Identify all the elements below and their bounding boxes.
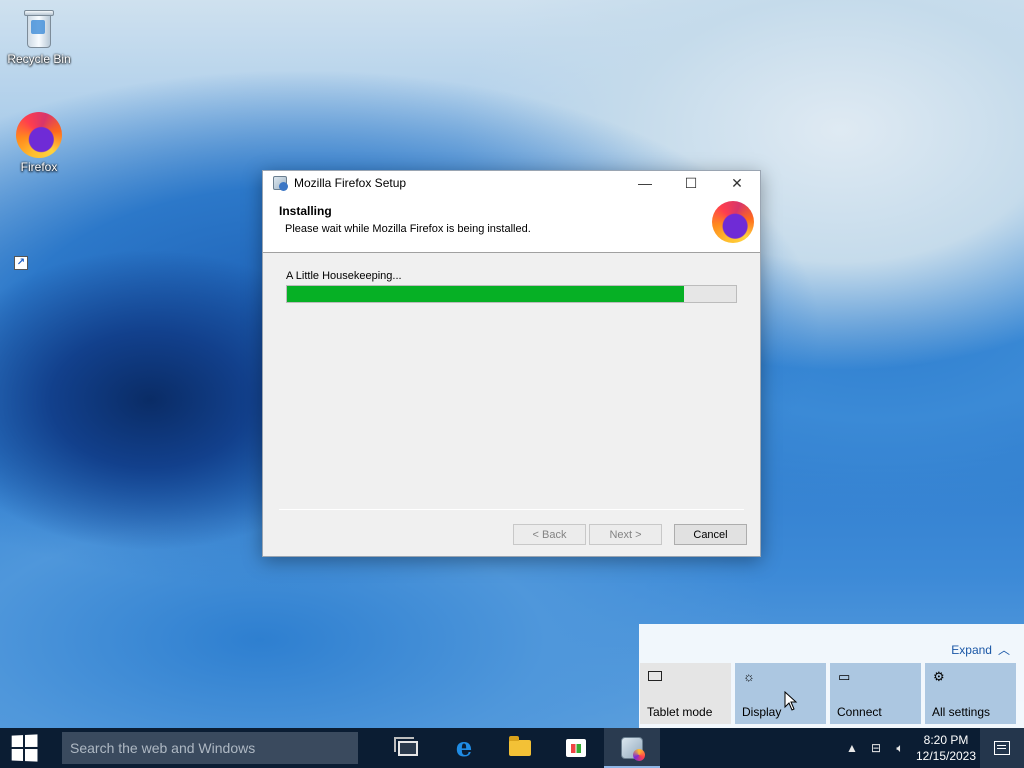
window-title: Mozilla Firefox Setup bbox=[294, 176, 407, 190]
header-subtitle: Please wait while Mozilla Firefox is bei… bbox=[285, 223, 531, 235]
taskbar-app-store[interactable] bbox=[548, 728, 604, 768]
clock-time: 8:20 PM bbox=[923, 733, 969, 747]
firefox-logo-icon bbox=[712, 201, 754, 243]
display-brightness-icon: ☼ bbox=[743, 669, 755, 684]
next-button[interactable]: Next > bbox=[589, 524, 662, 545]
firefox-icon bbox=[16, 112, 62, 158]
taskbar-app-task-view[interactable] bbox=[380, 728, 436, 768]
installer-header: Installing Please wait while Mozilla Fir… bbox=[263, 195, 760, 253]
progress-fill bbox=[287, 286, 685, 302]
clock-date: 12/15/2023 bbox=[915, 749, 977, 763]
recycle-bin-icon bbox=[22, 6, 56, 50]
taskbar: e ▲ ⊟ 🔈︎ 8:20 PM 12/15/2023 bbox=[0, 728, 1024, 768]
show-hidden-icons-chevron-icon[interactable]: ▲ bbox=[840, 728, 864, 768]
taskbar-app-firefox-setup[interactable] bbox=[604, 728, 660, 768]
quick-action-label: Tablet mode bbox=[647, 705, 713, 719]
desktop-icon-recycle-bin[interactable]: Recycle Bin bbox=[1, 6, 77, 66]
volume-icon[interactable]: 🔈︎ bbox=[888, 728, 912, 768]
mouse-cursor-icon bbox=[784, 691, 798, 711]
header-title: Installing bbox=[279, 204, 332, 218]
taskbar-app-internet-explorer[interactable]: e bbox=[436, 728, 492, 768]
quick-action-label: All settings bbox=[932, 705, 991, 719]
maximize-button[interactable]: ☐ bbox=[668, 171, 714, 195]
file-explorer-icon bbox=[509, 736, 531, 756]
start-button[interactable] bbox=[0, 728, 48, 768]
quick-action-connect[interactable]: ▭ Connect bbox=[830, 663, 921, 724]
quick-action-display[interactable]: ☼ Display bbox=[735, 663, 826, 724]
install-status-text: A Little Housekeeping... bbox=[286, 270, 402, 282]
install-progress-bar bbox=[286, 285, 737, 303]
taskbar-search-box[interactable] bbox=[62, 732, 358, 764]
store-icon bbox=[566, 739, 586, 757]
desktop-icon-firefox[interactable]: ↗ Firefox bbox=[1, 112, 77, 270]
system-tray: ▲ ⊟ 🔈︎ 8:20 PM 12/15/2023 bbox=[840, 728, 1024, 768]
windows-logo-icon bbox=[11, 734, 38, 762]
taskbar-app-file-explorer[interactable] bbox=[492, 728, 548, 768]
back-button[interactable]: < Back bbox=[513, 524, 586, 545]
quick-action-tablet-mode[interactable]: Tablet mode bbox=[640, 663, 731, 724]
title-bar[interactable]: Mozilla Firefox Setup — ☐ ✕ bbox=[263, 171, 760, 195]
setup-app-icon bbox=[272, 175, 288, 191]
taskbar-clock[interactable]: 8:20 PM 12/15/2023 bbox=[912, 732, 980, 764]
chevron-up-icon: ︿ bbox=[997, 643, 1010, 657]
action-center-quick-actions: Expand ︿ Tablet mode ☼ Display ▭ Connect… bbox=[639, 624, 1024, 728]
desktop-icon-label: Recycle Bin bbox=[7, 52, 71, 66]
firefox-setup-icon bbox=[621, 737, 645, 761]
tablet-mode-icon bbox=[648, 669, 662, 684]
notifications-icon bbox=[994, 741, 1010, 755]
close-button[interactable]: ✕ bbox=[714, 171, 760, 195]
cancel-button[interactable]: Cancel bbox=[674, 524, 747, 545]
search-input[interactable] bbox=[70, 740, 358, 756]
desktop-icon-label: Firefox bbox=[20, 160, 58, 174]
expand-label: Expand bbox=[951, 642, 992, 657]
quick-action-label: Connect bbox=[837, 705, 882, 719]
network-icon[interactable]: ⊟ bbox=[864, 728, 888, 768]
button-separator bbox=[279, 509, 744, 510]
task-view-icon bbox=[394, 736, 418, 756]
minimize-button[interactable]: — bbox=[622, 171, 668, 195]
shortcut-arrow-icon: ↗ bbox=[14, 256, 28, 270]
quick-action-label: Display bbox=[742, 705, 782, 719]
installer-window: Mozilla Firefox Setup — ☐ ✕ Installing P… bbox=[262, 170, 761, 557]
action-center-button[interactable] bbox=[980, 728, 1024, 768]
gear-icon: ⚙ bbox=[933, 669, 945, 684]
internet-explorer-icon: e bbox=[455, 733, 473, 763]
expand-link[interactable]: Expand ︿ bbox=[951, 641, 1010, 658]
quick-action-all-settings[interactable]: ⚙ All settings bbox=[925, 663, 1016, 724]
connect-icon: ▭ bbox=[838, 669, 851, 684]
